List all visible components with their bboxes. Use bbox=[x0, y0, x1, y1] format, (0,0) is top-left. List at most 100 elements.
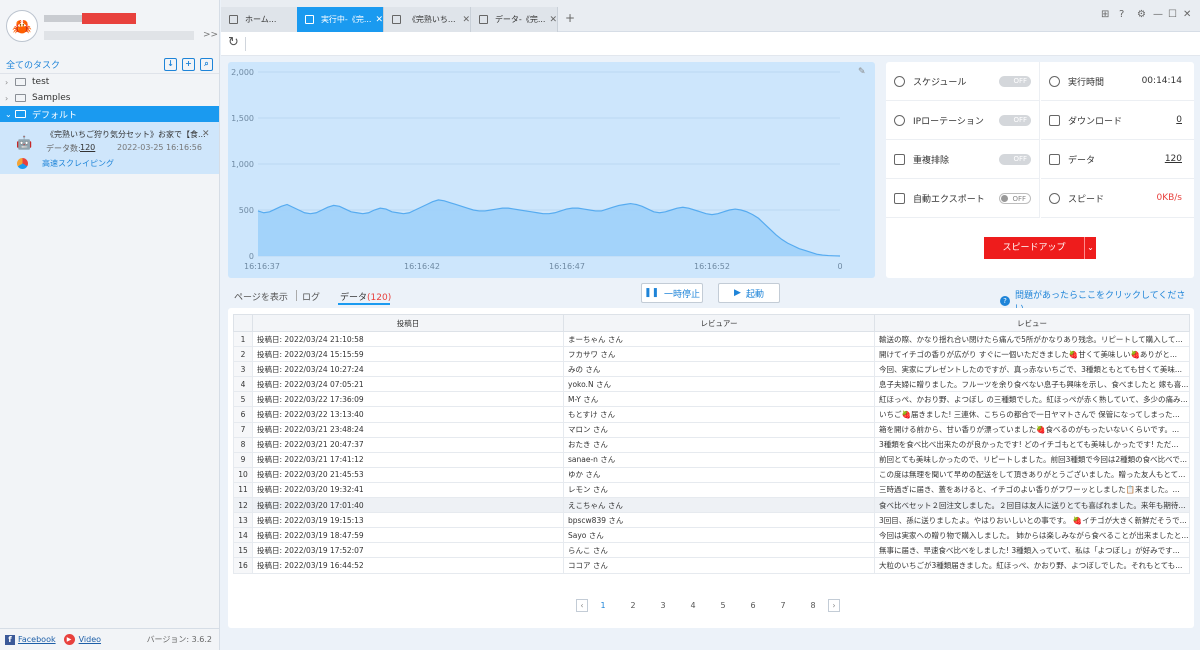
tree-item-samples[interactable]: › Samples bbox=[0, 90, 219, 106]
data-tab-label: データ bbox=[340, 293, 368, 303]
edit-icon[interactable]: ✎ bbox=[858, 67, 866, 77]
add-tab-icon[interactable]: + bbox=[565, 11, 575, 25]
table-row[interactable]: 5 投稿日: 2022/03/22 17:36:09 M-Y さん 紅ほっぺ、かおり野… bbox=[233, 391, 1190, 408]
table-row[interactable]: 1 投稿日: 2022/03/24 21:10:58 まーちゃん さん 輸送の際、かな… bbox=[233, 330, 1190, 348]
page-number[interactable]: 6 bbox=[738, 601, 768, 610]
speedup-button[interactable]: スピードアップ bbox=[984, 237, 1084, 259]
tab-data-view[interactable]: データ(120) bbox=[340, 290, 391, 303]
table-row[interactable]: 11 投稿日: 2022/03/20 19:32:41 レモン さん 三時過ぎに届き、… bbox=[233, 481, 1190, 499]
table-row[interactable]: 3 投稿日: 2022/03/24 10:27:24 みの さん 今回、実家にプレゼン… bbox=[233, 361, 1190, 378]
page-number[interactable]: 2 bbox=[618, 601, 648, 610]
page-number[interactable]: 8 bbox=[798, 601, 828, 610]
column-header-reviewer[interactable]: レビュアー bbox=[563, 314, 875, 332]
close-icon[interactable]: ✕ bbox=[549, 15, 557, 25]
next-page-icon[interactable]: › bbox=[828, 598, 840, 612]
bar-chart-icon bbox=[1049, 153, 1060, 165]
row-index: 3 bbox=[233, 361, 253, 378]
dedupe-toggle[interactable]: OFF bbox=[999, 153, 1031, 165]
stat-value[interactable]: 120 bbox=[1165, 154, 1182, 164]
help-icon[interactable]: ? bbox=[1119, 9, 1124, 20]
task-card[interactable]: 🤖 《完熟いちご狩り気分セット》お家で【食... ✕ データ数: 120 202… bbox=[0, 122, 219, 174]
pause-button[interactable]: ❚❚ 一時停止 bbox=[641, 283, 703, 303]
minimize-icon[interactable]: — bbox=[1153, 9, 1163, 20]
table-row[interactable]: 13 投稿日: 2022/03/19 19:15:13 bpscw839 さん 3回目… bbox=[233, 512, 1190, 529]
table-row[interactable]: 10 投稿日: 2022/03/20 21:45:53 ゆか さん この度は無理を聞い… bbox=[233, 466, 1190, 483]
cell-date: 投稿日: 2022/03/19 19:15:13 bbox=[252, 512, 564, 529]
column-header-review[interactable]: レビュー bbox=[874, 314, 1190, 332]
search-task-icon[interactable]: ⌕ bbox=[200, 58, 213, 71]
table-row[interactable]: 12 投稿日: 2022/03/20 17:01:40 えこちゃん さん 食べ比べセッ… bbox=[233, 497, 1190, 514]
close-window-icon[interactable]: ✕ bbox=[1183, 9, 1191, 20]
caret-icon: › bbox=[5, 77, 9, 87]
cell-reviewer: みの さん bbox=[563, 361, 875, 378]
stat-label: スピード bbox=[1068, 194, 1105, 205]
close-icon[interactable]: ✕ bbox=[202, 129, 210, 139]
add-task-icon[interactable]: + bbox=[182, 58, 195, 71]
video-icon[interactable]: ▶ bbox=[63, 634, 75, 645]
window-icon bbox=[392, 15, 401, 24]
settings-icon[interactable]: ⚙ bbox=[1137, 9, 1146, 20]
row-index: 11 bbox=[233, 481, 253, 499]
cell-reviewer: レモン さん bbox=[563, 481, 875, 499]
table-row[interactable]: 15 投稿日: 2022/03/19 17:52:07 らんこ さん 無事に届き、早速… bbox=[233, 542, 1190, 559]
table-row[interactable]: 8 投稿日: 2022/03/21 20:47:37 おたき さん 3種類を食べ比べ出… bbox=[233, 436, 1190, 453]
table-row[interactable]: 14 投稿日: 2022/03/19 18:47:59 Sayo さん 今回は実家への… bbox=[233, 527, 1190, 544]
page-number[interactable]: 3 bbox=[648, 601, 678, 610]
globe-icon bbox=[894, 114, 905, 126]
chart-svg: 0 500 1,000 1,500 2,000 16:16:37 16:16:42 16:16… bbox=[231, 68, 842, 271]
account-arrow-icon[interactable]: >> bbox=[203, 30, 218, 40]
refresh-icon[interactable]: ↻ bbox=[228, 35, 239, 50]
row-index: 7 bbox=[233, 421, 253, 438]
stat-value: 0KB/s bbox=[1156, 193, 1182, 203]
avatar[interactable]: 🦀 bbox=[6, 10, 38, 42]
facebook-link[interactable]: Facebook bbox=[18, 635, 56, 644]
tab-log[interactable]: ログ bbox=[302, 290, 320, 303]
x-tick-label: 16:16:42 bbox=[404, 262, 440, 271]
folder-icon bbox=[15, 110, 26, 118]
task-count[interactable]: 120 bbox=[80, 143, 95, 152]
maximize-icon[interactable]: ☐ bbox=[1168, 9, 1177, 20]
table-row[interactable]: 16 投稿日: 2022/03/19 16:44:52 ココア さん 大粒のいちごが3… bbox=[233, 557, 1190, 574]
table-row[interactable]: 7 投稿日: 2022/03/21 23:48:24 マロン さん 箱を開ける前から、… bbox=[233, 421, 1190, 438]
tab-running[interactable]: 実行中-《完... ✕ bbox=[297, 7, 384, 32]
ip-rotation-toggle[interactable]: OFF bbox=[999, 114, 1031, 126]
start-button[interactable]: ▶ 起動 bbox=[718, 283, 780, 303]
page-number[interactable]: 1 bbox=[588, 601, 618, 610]
task-title[interactable]: 《完熟いちご狩り気分セット》お家で【食... bbox=[46, 129, 206, 140]
tab-home[interactable]: ホーム... bbox=[221, 7, 308, 32]
close-icon[interactable]: ✕ bbox=[462, 15, 470, 25]
folder-icon bbox=[15, 94, 26, 102]
page-number[interactable]: 4 bbox=[678, 601, 708, 610]
tab-task[interactable]: 《完熟いち... ✕ bbox=[384, 7, 471, 32]
cell-date: 投稿日: 2022/03/20 19:32:41 bbox=[252, 481, 564, 499]
video-link[interactable]: Video bbox=[79, 635, 101, 644]
all-tasks-label[interactable]: 全てのタスク bbox=[6, 58, 159, 71]
schedule-toggle[interactable]: OFF bbox=[999, 75, 1031, 87]
page-number[interactable]: 7 bbox=[768, 601, 798, 610]
cell-review: 今回、実家にプレゼントしたのですが、真っ赤ないちごで、3種類ともとても甘くて美味… bbox=[874, 361, 1190, 378]
tab-label: 《完熟いち... bbox=[407, 15, 456, 24]
cell-review: 食べ比べセット２回注文しました。２回目は友人に送りとても喜ばれました。来年も期待… bbox=[874, 497, 1190, 514]
stat-value[interactable]: 0 bbox=[1176, 115, 1182, 125]
download-file-icon bbox=[1049, 114, 1060, 126]
close-icon[interactable]: ✕ bbox=[375, 15, 383, 25]
prev-page-icon[interactable]: ‹ bbox=[576, 598, 588, 612]
auto-export-toggle[interactable]: OFF bbox=[999, 192, 1031, 204]
tree-item-default[interactable]: ⌄ デフォルト bbox=[0, 106, 219, 122]
tab-data[interactable]: データ-《完... ✕ bbox=[471, 7, 558, 32]
gift-icon[interactable]: ⊞ bbox=[1101, 9, 1109, 20]
table-row[interactable]: 2 投稿日: 2022/03/24 15:15:59 フカサワ さん 開けてイチゴの香… bbox=[233, 346, 1190, 363]
stat-label: 重複排除 bbox=[913, 155, 950, 166]
tree-item-test[interactable]: › test bbox=[0, 74, 219, 90]
import-icon[interactable]: ↓ bbox=[164, 58, 177, 71]
column-header-date[interactable]: 投稿日 bbox=[252, 314, 564, 332]
tab-page-view[interactable]: ページを表示 bbox=[234, 290, 288, 303]
facebook-icon[interactable]: f bbox=[5, 634, 15, 645]
task-header: 全てのタスク ↓ + ⌕ bbox=[0, 56, 219, 74]
chevron-down-icon[interactable]: ⌄ bbox=[1084, 237, 1096, 259]
table-row[interactable]: 9 投稿日: 2022/03/21 17:41:12 sanae-n さん 前回とても… bbox=[233, 451, 1190, 468]
table-row[interactable]: 6 投稿日: 2022/03/22 13:13:40 もとすけ さん いちご🍓届きまし… bbox=[233, 406, 1190, 423]
page-number[interactable]: 5 bbox=[708, 601, 738, 610]
home-icon bbox=[229, 15, 238, 24]
table-row[interactable]: 4 投稿日: 2022/03/24 07:05:21 yoko.N さん 息子夫婦に贈… bbox=[233, 376, 1190, 393]
